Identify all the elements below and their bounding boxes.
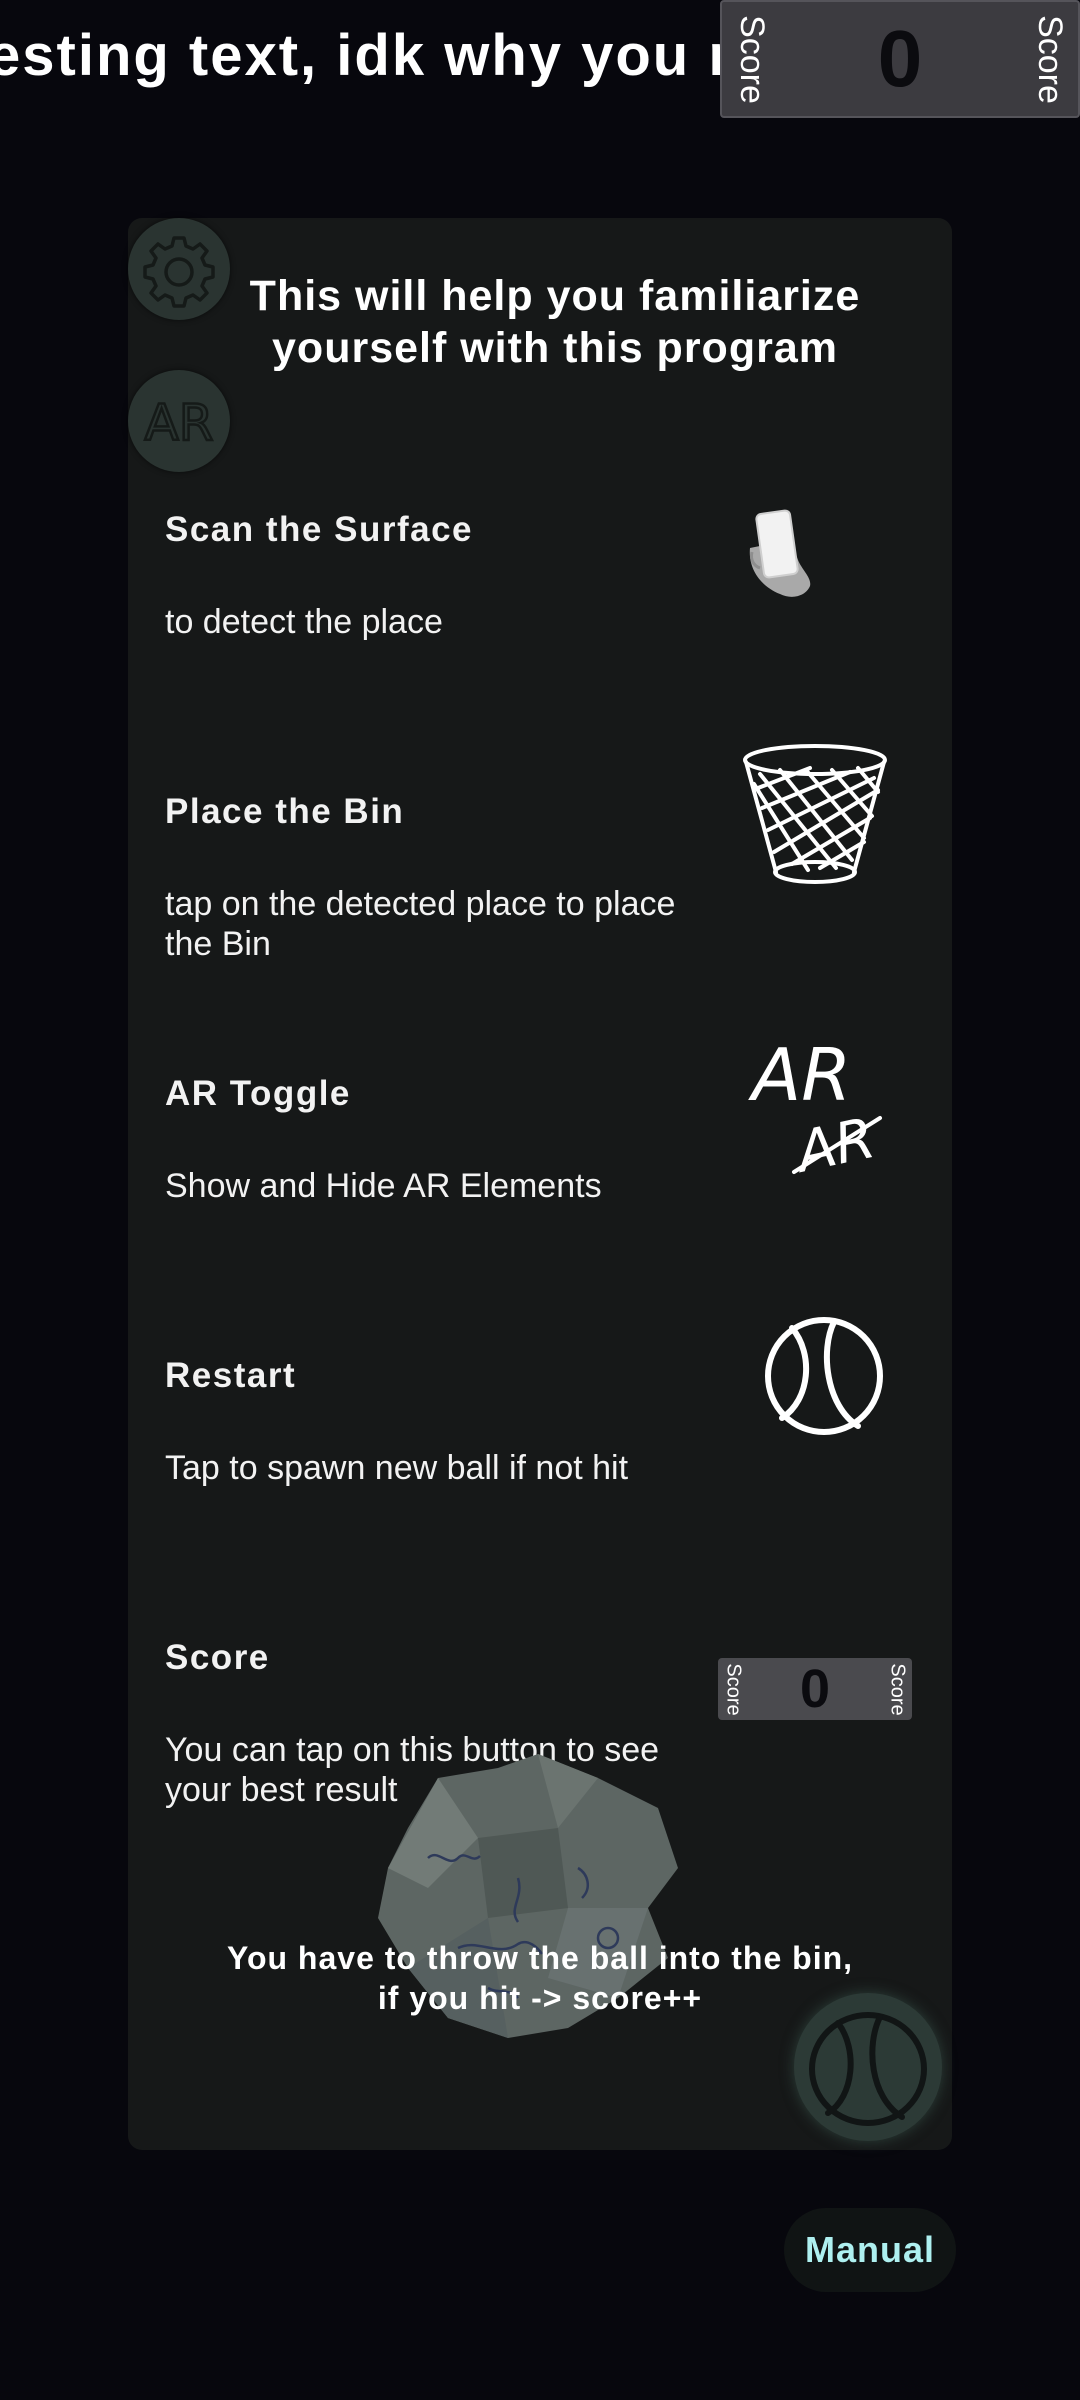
score-left-label-wrap: Score (722, 2, 780, 116)
bottom-instruction-line1: You have to throw the ball into the bin, (226, 1940, 854, 1976)
step-restart: Restart Tap to spawn new ball if not hit (165, 1356, 725, 1488)
ar-icon: AR (143, 393, 214, 454)
ball-icon (765, 1317, 883, 1435)
score-example-widget: Score 0 Score (718, 1658, 912, 1720)
step-scan-surface: Scan the Surface to detect the place (165, 510, 725, 642)
manual-panel: AR This will help you familiarize yourse… (128, 218, 952, 2150)
ar-toggle-icon: AR AR (748, 1033, 882, 1180)
marquee-banner: esting text, idk why you r (0, 0, 720, 120)
mini-score-value: 0 (799, 1659, 831, 1719)
score-right-label: Score (1030, 14, 1069, 104)
step-title: Scan the Surface (165, 510, 473, 549)
manual-button[interactable]: Manual (784, 2208, 956, 2292)
step-title: Place the Bin (165, 792, 405, 831)
step-ar-toggle: AR Toggle Show and Hide AR Elements (165, 1074, 725, 1206)
mini-score-left-wrap: Score (718, 1658, 748, 1720)
ar-round-button-label: AR (145, 394, 214, 452)
step-title: Score (165, 1638, 270, 1677)
step-description: Tap to spawn new ball if not hit (165, 1449, 629, 1487)
marquee-text: esting text, idk why you r (0, 23, 720, 88)
step-title: Restart (165, 1356, 297, 1395)
score-left-label: Score (732, 14, 771, 104)
step-description: Show and Hide AR Elements (165, 1167, 602, 1205)
score-button[interactable]: Score 0 Score (720, 0, 1080, 118)
step-description: tap on the detected place to place the B… (165, 885, 676, 963)
step-description: to detect the place (165, 603, 443, 641)
step-title: AR Toggle (165, 1074, 351, 1113)
mini-score-left-label: Score (722, 1662, 745, 1716)
ball-icon (809, 2012, 927, 2126)
mini-score-right-label: Score (886, 1662, 909, 1716)
score-right-label-wrap: Score (1020, 2, 1078, 116)
restart-ball-button[interactable] (794, 1993, 942, 2141)
mini-score-right-wrap: Score (882, 1658, 912, 1720)
panel-title: This will help you familiarize yourself … (249, 272, 861, 372)
score-value: 0 (877, 14, 923, 103)
step-place-bin: Place the Bin tap on the detected place … (165, 792, 725, 964)
ar-round-button[interactable]: AR (128, 370, 230, 472)
ar-toggle-icon-text-top: AR (748, 1033, 851, 1117)
hand-phone-icon (749, 509, 811, 597)
waste-bin-icon (743, 744, 887, 884)
